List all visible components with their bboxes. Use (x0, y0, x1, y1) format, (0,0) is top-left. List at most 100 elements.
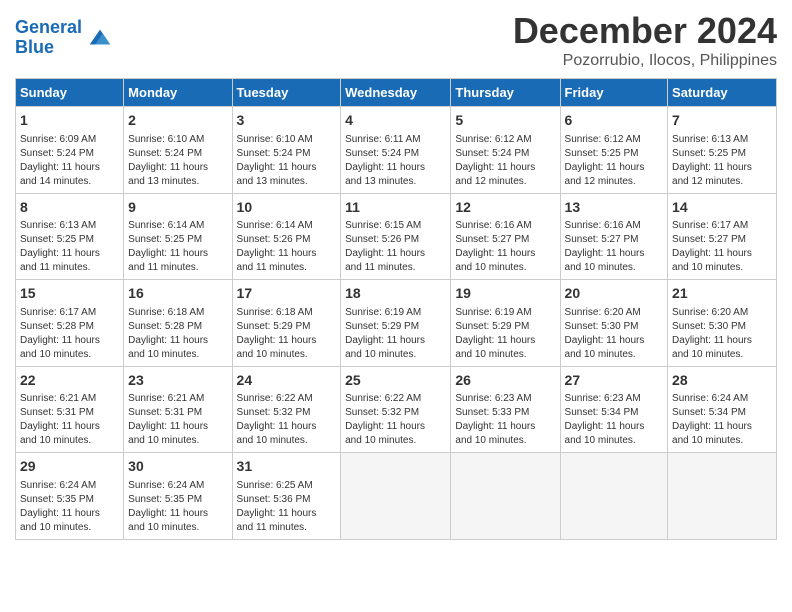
calendar-day-cell: 14Sunrise: 6:17 AMSunset: 5:27 PMDayligh… (668, 193, 777, 280)
calendar-day-cell: 7Sunrise: 6:13 AMSunset: 5:25 PMDaylight… (668, 107, 777, 194)
day-number: 28 (672, 371, 772, 391)
day-info: Sunrise: 6:17 AMSunset: 5:28 PMDaylight:… (20, 306, 119, 362)
calendar-day-cell: 20Sunrise: 6:20 AMSunset: 5:30 PMDayligh… (560, 280, 668, 367)
calendar-day-cell: 27Sunrise: 6:23 AMSunset: 5:34 PMDayligh… (560, 366, 668, 453)
day-info: Sunrise: 6:19 AMSunset: 5:29 PMDaylight:… (345, 306, 446, 362)
day-info: Sunrise: 6:12 AMSunset: 5:25 PMDaylight:… (565, 133, 664, 189)
day-number: 6 (565, 111, 664, 131)
day-of-week-header: Sunday (16, 79, 124, 107)
day-info: Sunrise: 6:21 AMSunset: 5:31 PMDaylight:… (128, 392, 227, 448)
day-info: Sunrise: 6:10 AMSunset: 5:24 PMDaylight:… (237, 133, 337, 189)
day-info: Sunrise: 6:12 AMSunset: 5:24 PMDaylight:… (455, 133, 555, 189)
calendar-day-cell: 15Sunrise: 6:17 AMSunset: 5:28 PMDayligh… (16, 280, 124, 367)
calendar-day-cell: 9Sunrise: 6:14 AMSunset: 5:25 PMDaylight… (124, 193, 232, 280)
calendar-day-cell: 18Sunrise: 6:19 AMSunset: 5:29 PMDayligh… (341, 280, 451, 367)
calendar-day-cell: 28Sunrise: 6:24 AMSunset: 5:34 PMDayligh… (668, 366, 777, 453)
day-number: 20 (565, 284, 664, 304)
day-info: Sunrise: 6:24 AMSunset: 5:35 PMDaylight:… (128, 479, 227, 535)
day-number: 13 (565, 198, 664, 218)
calendar-day-cell: 24Sunrise: 6:22 AMSunset: 5:32 PMDayligh… (232, 366, 341, 453)
day-info: Sunrise: 6:19 AMSunset: 5:29 PMDaylight:… (455, 306, 555, 362)
day-info: Sunrise: 6:11 AMSunset: 5:24 PMDaylight:… (345, 133, 446, 189)
day-number: 15 (20, 284, 119, 304)
day-info: Sunrise: 6:23 AMSunset: 5:33 PMDaylight:… (455, 392, 555, 448)
day-of-week-header: Wednesday (341, 79, 451, 107)
calendar-week-row: 1Sunrise: 6:09 AMSunset: 5:24 PMDaylight… (16, 107, 777, 194)
calendar-day-cell: 12Sunrise: 6:16 AMSunset: 5:27 PMDayligh… (451, 193, 560, 280)
calendar-day-cell: 10Sunrise: 6:14 AMSunset: 5:26 PMDayligh… (232, 193, 341, 280)
calendar-day-cell (560, 453, 668, 540)
calendar-day-cell (341, 453, 451, 540)
day-info: Sunrise: 6:17 AMSunset: 5:27 PMDaylight:… (672, 219, 772, 275)
day-info: Sunrise: 6:23 AMSunset: 5:34 PMDaylight:… (565, 392, 664, 448)
day-info: Sunrise: 6:16 AMSunset: 5:27 PMDaylight:… (455, 219, 555, 275)
day-info: Sunrise: 6:24 AMSunset: 5:34 PMDaylight:… (672, 392, 772, 448)
calendar-day-cell: 3Sunrise: 6:10 AMSunset: 5:24 PMDaylight… (232, 107, 341, 194)
day-number: 10 (237, 198, 337, 218)
calendar-week-row: 29Sunrise: 6:24 AMSunset: 5:35 PMDayligh… (16, 453, 777, 540)
day-number: 29 (20, 457, 119, 477)
calendar-day-cell: 6Sunrise: 6:12 AMSunset: 5:25 PMDaylight… (560, 107, 668, 194)
day-info: Sunrise: 6:10 AMSunset: 5:24 PMDaylight:… (128, 133, 227, 189)
day-number: 5 (455, 111, 555, 131)
day-of-week-header: Monday (124, 79, 232, 107)
title-area: December 2024 Pozorrubio, Ilocos, Philip… (513, 10, 777, 70)
calendar-day-cell: 1Sunrise: 6:09 AMSunset: 5:24 PMDaylight… (16, 107, 124, 194)
month-title: December 2024 (513, 10, 777, 52)
calendar-day-cell: 4Sunrise: 6:11 AMSunset: 5:24 PMDaylight… (341, 107, 451, 194)
day-info: Sunrise: 6:20 AMSunset: 5:30 PMDaylight:… (672, 306, 772, 362)
day-info: Sunrise: 6:24 AMSunset: 5:35 PMDaylight:… (20, 479, 119, 535)
day-number: 21 (672, 284, 772, 304)
calendar-day-cell: 30Sunrise: 6:24 AMSunset: 5:35 PMDayligh… (124, 453, 232, 540)
day-of-week-header: Tuesday (232, 79, 341, 107)
day-number: 11 (345, 198, 446, 218)
day-number: 2 (128, 111, 227, 131)
logo-subtext: Blue (15, 38, 82, 58)
day-of-week-header: Thursday (451, 79, 560, 107)
day-number: 7 (672, 111, 772, 131)
calendar-header-row: SundayMondayTuesdayWednesdayThursdayFrid… (16, 79, 777, 107)
day-number: 14 (672, 198, 772, 218)
calendar-day-cell: 2Sunrise: 6:10 AMSunset: 5:24 PMDaylight… (124, 107, 232, 194)
day-info: Sunrise: 6:15 AMSunset: 5:26 PMDaylight:… (345, 219, 446, 275)
calendar-day-cell: 5Sunrise: 6:12 AMSunset: 5:24 PMDaylight… (451, 107, 560, 194)
calendar-day-cell: 23Sunrise: 6:21 AMSunset: 5:31 PMDayligh… (124, 366, 232, 453)
calendar-day-cell (668, 453, 777, 540)
day-number: 16 (128, 284, 227, 304)
calendar-day-cell: 29Sunrise: 6:24 AMSunset: 5:35 PMDayligh… (16, 453, 124, 540)
calendar-day-cell: 17Sunrise: 6:18 AMSunset: 5:29 PMDayligh… (232, 280, 341, 367)
calendar: SundayMondayTuesdayWednesdayThursdayFrid… (15, 78, 777, 540)
calendar-day-cell: 31Sunrise: 6:25 AMSunset: 5:36 PMDayligh… (232, 453, 341, 540)
day-number: 8 (20, 198, 119, 218)
day-number: 27 (565, 371, 664, 391)
calendar-day-cell: 11Sunrise: 6:15 AMSunset: 5:26 PMDayligh… (341, 193, 451, 280)
day-info: Sunrise: 6:13 AMSunset: 5:25 PMDaylight:… (672, 133, 772, 189)
calendar-week-row: 8Sunrise: 6:13 AMSunset: 5:25 PMDaylight… (16, 193, 777, 280)
location-title: Pozorrubio, Ilocos, Philippines (513, 52, 777, 70)
day-number: 30 (128, 457, 227, 477)
day-info: Sunrise: 6:22 AMSunset: 5:32 PMDaylight:… (237, 392, 337, 448)
calendar-week-row: 22Sunrise: 6:21 AMSunset: 5:31 PMDayligh… (16, 366, 777, 453)
day-number: 26 (455, 371, 555, 391)
day-info: Sunrise: 6:14 AMSunset: 5:26 PMDaylight:… (237, 219, 337, 275)
day-number: 19 (455, 284, 555, 304)
day-info: Sunrise: 6:21 AMSunset: 5:31 PMDaylight:… (20, 392, 119, 448)
calendar-day-cell: 16Sunrise: 6:18 AMSunset: 5:28 PMDayligh… (124, 280, 232, 367)
calendar-day-cell: 13Sunrise: 6:16 AMSunset: 5:27 PMDayligh… (560, 193, 668, 280)
calendar-day-cell: 22Sunrise: 6:21 AMSunset: 5:31 PMDayligh… (16, 366, 124, 453)
day-number: 12 (455, 198, 555, 218)
calendar-day-cell: 26Sunrise: 6:23 AMSunset: 5:33 PMDayligh… (451, 366, 560, 453)
day-number: 18 (345, 284, 446, 304)
calendar-week-row: 15Sunrise: 6:17 AMSunset: 5:28 PMDayligh… (16, 280, 777, 367)
day-number: 31 (237, 457, 337, 477)
logo-text: General (15, 18, 82, 38)
day-number: 24 (237, 371, 337, 391)
day-info: Sunrise: 6:14 AMSunset: 5:25 PMDaylight:… (128, 219, 227, 275)
day-number: 22 (20, 371, 119, 391)
day-info: Sunrise: 6:22 AMSunset: 5:32 PMDaylight:… (345, 392, 446, 448)
day-of-week-header: Friday (560, 79, 668, 107)
calendar-day-cell (451, 453, 560, 540)
day-info: Sunrise: 6:18 AMSunset: 5:28 PMDaylight:… (128, 306, 227, 362)
day-number: 3 (237, 111, 337, 131)
day-info: Sunrise: 6:16 AMSunset: 5:27 PMDaylight:… (565, 219, 664, 275)
